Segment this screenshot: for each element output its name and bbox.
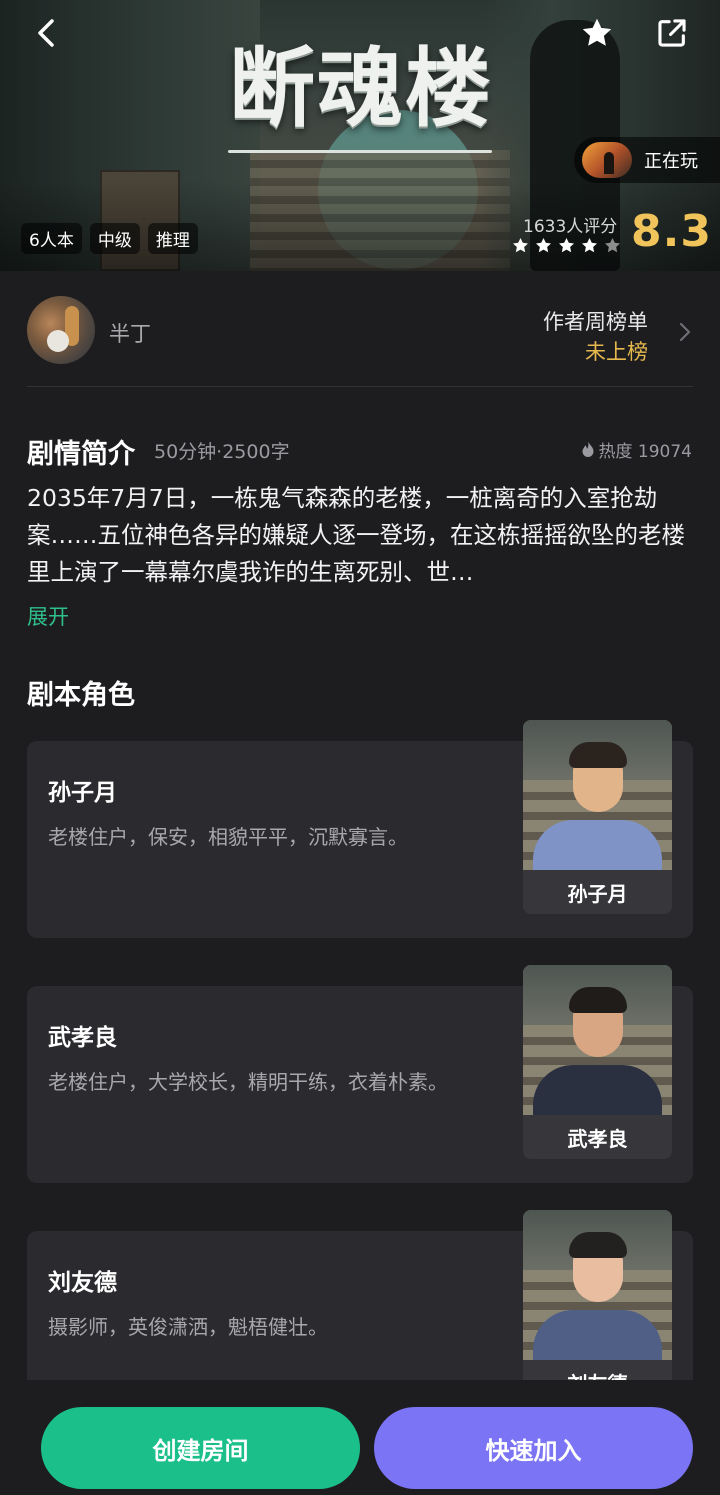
now-playing-avatar bbox=[582, 142, 632, 178]
roles-list: 孙子月 老楼住户，保安，相貌平平，沉默寡言。 孙子月 武孝良 老楼住户，大学校长… bbox=[0, 700, 720, 1380]
rating-star-icon bbox=[512, 237, 529, 253]
flame-icon bbox=[582, 441, 594, 457]
portrait-hair bbox=[569, 1232, 627, 1258]
now-playing-label: 正在玩 bbox=[644, 151, 698, 172]
portrait-label: 刘友德 bbox=[523, 1360, 672, 1380]
now-playing-pill[interactable]: 正在玩 bbox=[574, 137, 720, 183]
author-row[interactable]: 半丁 作者周榜单 未上榜 bbox=[27, 296, 693, 368]
create-room-button[interactable]: 创建房间 bbox=[41, 1407, 360, 1489]
synopsis-title: 剧情简介 bbox=[27, 439, 135, 470]
rating-count: 1633人评分 bbox=[523, 217, 618, 237]
synopsis-body: 2035年7月7日，一栋鬼气森森的老楼，一桩离奇的入室抢劫案……五位神色各异的嫌… bbox=[27, 484, 685, 586]
chevron-right-icon[interactable] bbox=[677, 320, 693, 344]
heat-indicator: 热度 19074 bbox=[581, 437, 692, 462]
role-desc: 摄影师，英俊潇洒，魁梧健壮。 bbox=[48, 1315, 328, 1339]
rating-star-icon bbox=[604, 237, 621, 253]
role-name: 孙子月 bbox=[48, 780, 117, 806]
author-avatar[interactable] bbox=[27, 296, 95, 364]
portrait-label: 孙子月 bbox=[523, 870, 672, 914]
portrait-hair bbox=[569, 742, 627, 768]
back-icon bbox=[38, 19, 54, 47]
script-title: 断魂楼 bbox=[229, 37, 493, 139]
tag-list: 6人本 中级 推理 bbox=[21, 223, 198, 254]
rating-stars bbox=[511, 236, 622, 255]
back-button[interactable] bbox=[22, 9, 70, 57]
rating-star-icon bbox=[558, 237, 575, 253]
title-underline bbox=[228, 150, 492, 153]
portrait-hair bbox=[569, 987, 627, 1013]
role-portrait[interactable]: 孙子月 bbox=[523, 720, 672, 914]
author-rank-label: 作者周榜单 bbox=[543, 310, 648, 334]
tag-difficulty: 中级 bbox=[89, 223, 140, 254]
avatar-bowl bbox=[47, 330, 69, 352]
rating-star-icon bbox=[535, 237, 552, 253]
heat-value: 热度 19074 bbox=[598, 442, 692, 462]
author-name[interactable]: 半丁 bbox=[109, 318, 151, 348]
role-name: 武孝良 bbox=[48, 1025, 117, 1051]
hero-banner: 断魂楼 正在玩 6人本 中级 推理 1633人评分 8.3 bbox=[0, 0, 720, 271]
tag-genre: 推理 bbox=[147, 223, 198, 254]
quick-join-button[interactable]: 快速加入 bbox=[374, 1407, 693, 1489]
tag-players: 6人本 bbox=[21, 223, 82, 254]
bottom-action-bar: 创建房间 快速加入 bbox=[0, 1380, 720, 1495]
role-portrait[interactable]: 武孝良 bbox=[523, 965, 672, 1159]
expand-button[interactable]: 展开 bbox=[27, 601, 69, 631]
share-button[interactable] bbox=[648, 9, 696, 57]
rating-star-icon bbox=[581, 237, 598, 253]
role-desc: 老楼住户，保安，相貌平平，沉默寡言。 bbox=[48, 825, 408, 849]
section-divider bbox=[27, 386, 693, 387]
synopsis-meta: 50分钟·2500字 bbox=[154, 441, 290, 463]
share-icon bbox=[658, 19, 686, 47]
favorite-button[interactable] bbox=[573, 9, 621, 57]
role-name: 刘友德 bbox=[48, 1270, 117, 1296]
role-desc: 老楼住户，大学校长，精明干练，衣着朴素。 bbox=[48, 1070, 448, 1094]
portrait-label: 武孝良 bbox=[523, 1115, 672, 1159]
author-rank-value: 未上榜 bbox=[585, 340, 648, 364]
rating-score: 8.3 bbox=[631, 206, 712, 257]
role-portrait[interactable]: 刘友德 bbox=[523, 1210, 672, 1380]
star-icon bbox=[582, 18, 612, 46]
